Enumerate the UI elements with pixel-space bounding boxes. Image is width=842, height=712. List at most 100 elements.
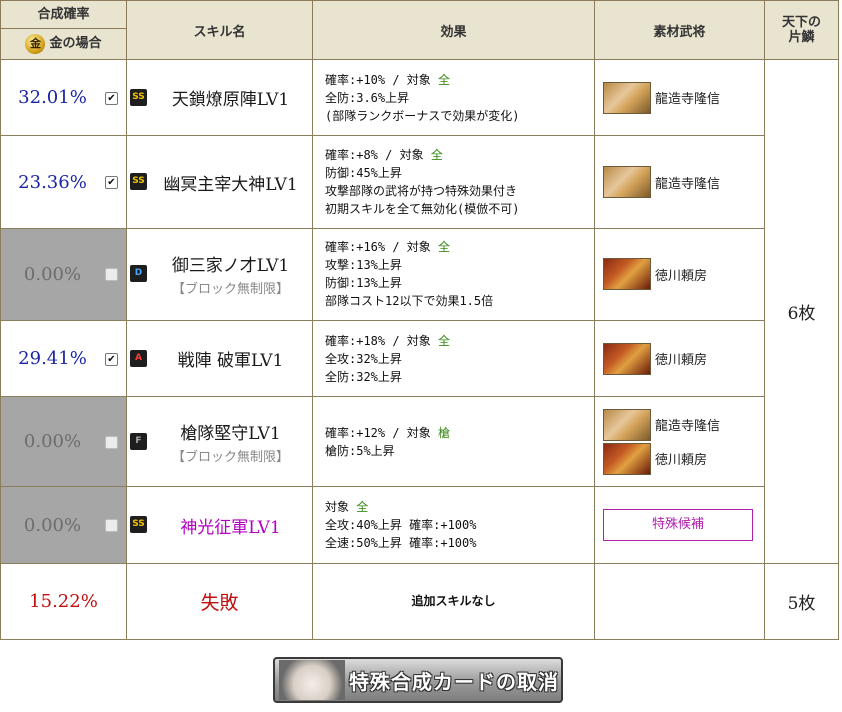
material-cell: 龍造寺隆信 徳川頼房 <box>594 396 765 488</box>
effect-line: 部隊コスト12以下で効果1.5倍 <box>325 294 494 309</box>
effect-line: 全防:32%上昇 <box>325 369 402 384</box>
tenka-header: 天下の 片鱗 <box>764 0 839 61</box>
effect-line: 確率:+8% / 対象 <box>325 148 431 163</box>
effect-line: 対象 <box>325 500 357 515</box>
effect-target: 槍 <box>438 425 451 440</box>
effect-line: 初期スキルを全て無効化(模倣不可) <box>325 202 520 217</box>
effect-cell: 確率:+18% / 対象 全 全攻:32%上昇 全防:32%上昇 <box>312 319 595 398</box>
cancel-button-label: 特殊合成カードの取消 <box>349 669 559 694</box>
tenka-header-line2: 片鱗 <box>788 30 815 46</box>
no-additional-skill: 追加スキルなし <box>312 562 595 641</box>
rate-cell: 32.01% ✔ <box>0 59 127 137</box>
effect-cell: 確率:+16% / 対象 全 攻撃:13%上昇 防御:13%上昇 部隊コスト12… <box>312 227 595 321</box>
skill-cell: D 御三家ノ才LV1 【ブロック無制限】 <box>126 227 313 321</box>
skill-cell: 失敗 <box>126 562 313 641</box>
skill-cell: A 戦陣 破軍LV1 <box>126 319 313 398</box>
effect-line: (部隊ランクボーナスで効果が変化) <box>325 108 520 123</box>
effect-line: 全速:50%上昇 確率:+100% <box>325 536 477 551</box>
skill-checkbox[interactable]: ✔ <box>105 352 118 366</box>
skill-row: 29.41% ✔ A 戦陣 破軍LV1 確率:+18% / 対象 全 全攻:32… <box>0 319 839 398</box>
general-name: 徳川頼房 <box>655 453 708 469</box>
character-face-icon <box>279 660 345 700</box>
rate-header-label: 合成確率 <box>1 1 126 29</box>
material-header: 素材武将 <box>594 0 765 61</box>
rank-ss-icon: SS <box>130 88 147 106</box>
skill-name: 御三家ノ才LV1 <box>171 256 290 277</box>
effect-target: 全 <box>438 240 451 255</box>
general-name: 徳川頼房 <box>655 268 708 284</box>
special-candidate-button[interactable]: 特殊候補 <box>603 509 753 542</box>
rank-d-icon: D <box>130 265 147 283</box>
effect-line: 攻撃部隊の武将が持つ特殊効果付き <box>325 184 518 199</box>
effect-line: 確率:+16% / 対象 <box>325 240 439 255</box>
skill-name: 神光征軍LV1 <box>180 517 281 538</box>
effect-header: 効果 <box>312 0 595 61</box>
material-general[interactable]: 徳川頼房 <box>603 342 764 376</box>
skill-checkbox[interactable] <box>105 268 118 282</box>
gold-case-label: 金の場合 <box>49 36 102 51</box>
skill-name: 幽冥主宰大神LV1 <box>163 174 298 195</box>
material-general[interactable]: 龍造寺隆信 <box>603 81 764 115</box>
skill-name: 天鎖燎原陣LV1 <box>171 90 290 111</box>
tenka-count: 6枚 <box>764 59 839 564</box>
material-cell <box>594 562 765 641</box>
effect-line: 確率:+10% / 対象 <box>325 72 439 87</box>
skill-row: 32.01% ✔ SS 天鎖燎原陣LV1 確率:+10% / 対象 全 全防:3… <box>0 59 839 564</box>
general-portrait-icon <box>603 258 651 291</box>
skill-synthesis-table: 合成確率 金 金の場合 スキル名 効果 素材武将 天下の 片鱗 32.01% ✔… <box>0 0 839 641</box>
skill-checkbox[interactable]: ✔ <box>105 91 118 105</box>
rate-cell: 23.36% ✔ <box>0 135 127 229</box>
rate-cell: 15.22% <box>0 562 127 641</box>
effect-line: 全攻:40%上昇 確率:+100% <box>325 518 477 533</box>
effect-target: 全 <box>438 72 451 87</box>
skill-row: 0.00% SS 神光征軍LV1 対象 全 全攻:40%上昇 確率:+100% … <box>0 486 839 564</box>
effect-line: 防御:13%上昇 <box>325 276 402 291</box>
skill-name: 槍隊堅守LV1 <box>180 423 281 444</box>
effect-line: 全防:3.6%上昇 <box>325 90 410 105</box>
skill-checkbox[interactable]: ✔ <box>105 176 118 190</box>
effect-line: 確率:+18% / 対象 <box>325 333 439 348</box>
general-name: 龍造寺隆信 <box>655 92 721 108</box>
cancel-special-card-button[interactable]: 特殊合成カードの取消 <box>273 657 563 703</box>
skill-row: 0.00% D 御三家ノ才LV1 【ブロック無制限】 確率:+16% / 対象 … <box>0 227 839 321</box>
skill-cell: SS 天鎖燎原陣LV1 <box>126 59 313 137</box>
general-portrait-icon <box>603 342 651 375</box>
material-cell: 特殊候補 <box>594 486 765 564</box>
rate-header: 合成確率 金 金の場合 <box>0 0 127 61</box>
material-general[interactable]: 徳川頼房 <box>603 442 764 476</box>
material-general[interactable]: 龍造寺隆信 <box>603 165 764 199</box>
skill-name: 戦陣 破軍LV1 <box>177 351 284 372</box>
material-general[interactable]: 徳川頼房 <box>603 257 764 291</box>
rate-cell: 0.00% <box>0 227 127 321</box>
skill-checkbox[interactable] <box>105 519 118 533</box>
effect-line: 確率:+12% / 対象 <box>325 425 439 440</box>
tenka-header-line1: 天下の <box>781 15 821 31</box>
effect-line: 防御:45%上昇 <box>325 166 402 181</box>
table-header-row: 合成確率 金 金の場合 スキル名 効果 素材武将 天下の 片鱗 <box>0 0 839 61</box>
general-portrait-icon <box>603 408 651 441</box>
rate-cell: 0.00% <box>0 486 127 564</box>
skill-checkbox[interactable] <box>105 435 118 449</box>
rank-ss-icon: SS <box>130 516 147 534</box>
rank-f-icon: F <box>130 432 147 450</box>
effect-line: 攻撃:13%上昇 <box>325 258 402 273</box>
rate-cell: 29.41% ✔ <box>0 319 127 398</box>
effect-target: 全 <box>438 333 451 348</box>
material-cell: 龍造寺隆信 <box>594 59 765 137</box>
effect-target: 全 <box>430 148 443 163</box>
rank-ss-icon: SS <box>130 173 147 191</box>
general-name: 龍造寺隆信 <box>655 176 721 192</box>
rate-cell: 0.00% <box>0 396 127 488</box>
general-portrait-icon <box>603 81 651 114</box>
skill-header: スキル名 <box>126 0 313 61</box>
tenka-count-fail: 5枚 <box>764 562 839 641</box>
skill-cell: F 槍隊堅守LV1 【ブロック無制限】 <box>126 396 313 488</box>
skill-row: 0.00% F 槍隊堅守LV1 【ブロック無制限】 確率:+12% / 対象 槍… <box>0 396 839 488</box>
gold-case-header: 金 金の場合 <box>1 29 126 59</box>
general-portrait-icon <box>603 442 651 475</box>
rank-a-icon: A <box>130 349 147 367</box>
material-general[interactable]: 龍造寺隆信 <box>603 408 764 442</box>
block-unlimited-label: 【ブロック無制限】 <box>171 449 289 465</box>
general-portrait-icon <box>603 166 651 199</box>
gold-coin-icon: 金 <box>25 34 46 54</box>
